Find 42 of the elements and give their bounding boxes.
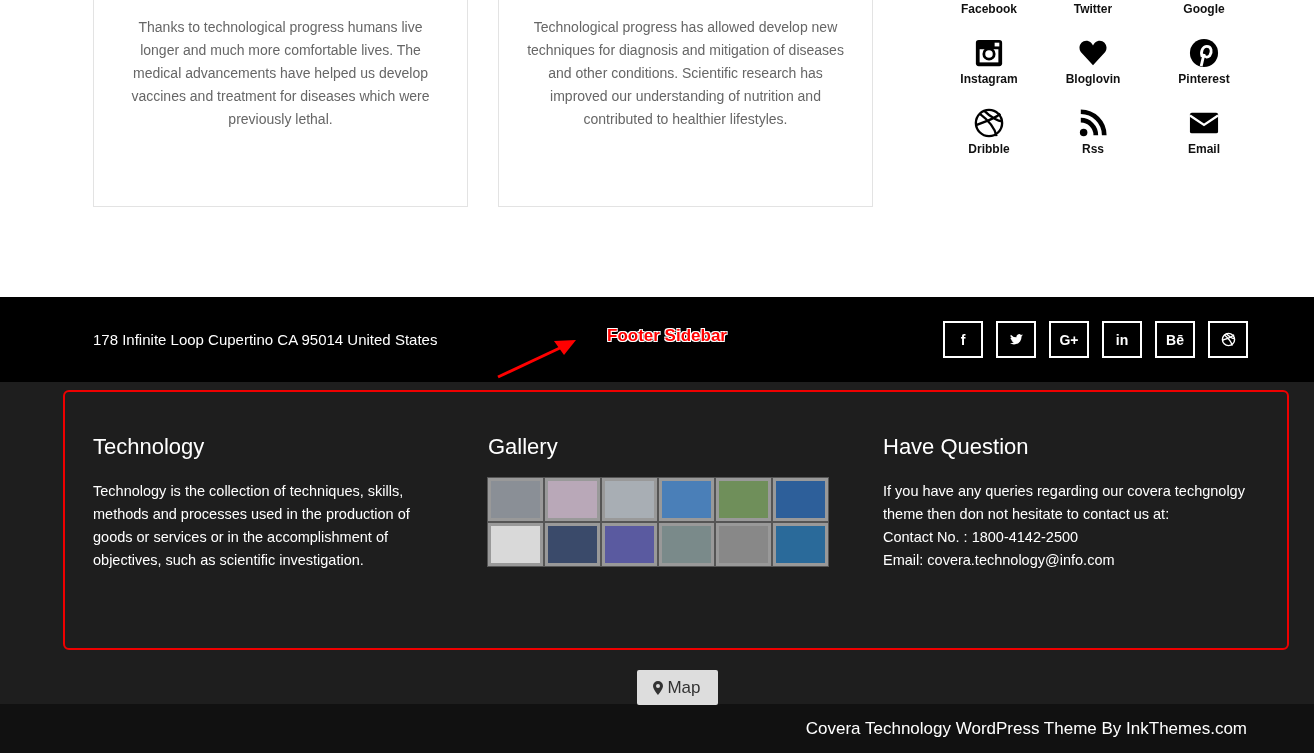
- social-button[interactable]: [1208, 321, 1248, 358]
- heart-icon[interactable]: [1078, 38, 1108, 68]
- ball-icon[interactable]: [974, 108, 1004, 138]
- widget-title: Have Question: [883, 434, 1030, 460]
- rss-icon[interactable]: [1078, 108, 1108, 138]
- map-pin-icon: [653, 680, 664, 695]
- contact-text: Contact No. : 1800-4142-2500: [883, 528, 1080, 547]
- photo-placeholder[interactable]: [545, 523, 600, 566]
- annotation-label: Footer Sidebar: [607, 326, 727, 346]
- photo-placeholder[interactable]: [773, 523, 828, 566]
- social-label[interactable]: Google: [1183, 2, 1225, 16]
- widget-text: Technology is the collection of techniques, skills, methods and processes used in the production of goods or services or in the accomplishment of objectives, such as scientific investigation.: [93, 482, 411, 570]
- social-label[interactable]: Rss: [1082, 142, 1104, 156]
- card-text: Technological progress has allowed develop new techniques for diagnosis and mitigation of diseases and other conditions. Scientific research has improved our understanding of nutrition and contributed to healthier lifestyles.: [526, 18, 845, 129]
- social-button[interactable]: Bē: [1155, 321, 1195, 358]
- social-label[interactable]: Twitter: [1073, 2, 1113, 16]
- social-label[interactable]: Email: [1188, 142, 1220, 156]
- widget-title: Gallery: [488, 434, 559, 460]
- card-text: Thanks to technological progress humans live longer and much more comfortable lives. The medical advancements have helped us develop vaccines and treatment for diseases which were previously lethal.: [130, 18, 431, 129]
- photo-placeholder[interactable]: [659, 478, 714, 521]
- instagram-icon[interactable]: [974, 38, 1004, 68]
- photo-placeholder[interactable]: [602, 523, 657, 566]
- widget-title: Technology: [93, 434, 206, 460]
- copyright-text: Covera Technology WordPress Theme By InkThemes.com: [805, 718, 1247, 739]
- ball-icon: [1220, 332, 1236, 347]
- pinterest-icon[interactable]: [1189, 38, 1219, 68]
- photo-placeholder[interactable]: [773, 478, 828, 521]
- map-button[interactable]: Map: [636, 670, 718, 705]
- bird-icon: [1008, 332, 1024, 347]
- social-button[interactable]: [996, 321, 1036, 358]
- social-label[interactable]: Dribble: [968, 142, 1010, 156]
- social-button[interactable]: G+: [1049, 321, 1089, 358]
- social-button[interactable]: in: [1102, 321, 1142, 358]
- social-label[interactable]: Instagram: [960, 72, 1018, 86]
- contact-text: Email: covera.technology@info.com: [883, 551, 1116, 570]
- photo-placeholder[interactable]: [488, 523, 543, 566]
- social-label[interactable]: Bloglovin: [1065, 72, 1121, 86]
- social-label[interactable]: Pinterest: [1178, 72, 1230, 86]
- social-button[interactable]: f: [943, 321, 983, 358]
- social-label[interactable]: Facebook: [961, 2, 1017, 16]
- contact-text: If you have any queries regarding our covera techgnolgy theme then don not hesitate to contact us at:: [883, 482, 1246, 524]
- address-text: 178 Infinite Loop Cupertino CA 95014 United States: [93, 331, 438, 348]
